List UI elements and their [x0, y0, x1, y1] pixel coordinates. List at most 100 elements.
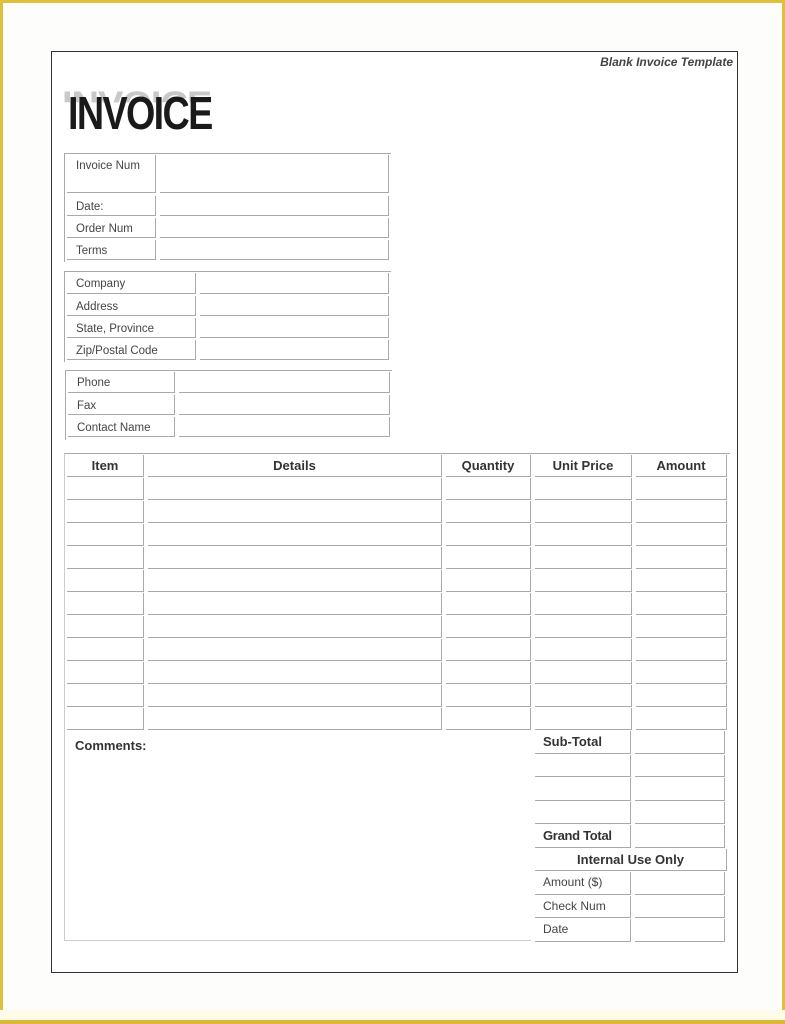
item-cell[interactable] — [67, 662, 144, 684]
item-cell[interactable] — [67, 547, 144, 569]
quantity-cell[interactable] — [446, 593, 531, 615]
amount-cell[interactable] — [636, 524, 727, 546]
order-num-field[interactable] — [160, 218, 389, 238]
details-cell[interactable] — [148, 593, 442, 615]
amount-cell[interactable] — [636, 570, 727, 592]
subtotal-field[interactable] — [635, 731, 725, 754]
phone-label: Phone — [68, 372, 175, 393]
column-header-details: Details — [148, 455, 442, 477]
unit-price-cell[interactable] — [535, 662, 632, 684]
frame-glow — [0, 1010, 785, 1020]
company-row: Company — [65, 272, 391, 295]
totals-blank-field[interactable] — [635, 754, 725, 777]
column-header-unit-price: Unit Price — [535, 455, 632, 477]
quantity-cell[interactable] — [446, 501, 531, 523]
invoice-num-field[interactable] — [160, 155, 389, 193]
item-cell[interactable] — [67, 593, 144, 615]
unit-price-cell[interactable] — [535, 639, 632, 661]
quantity-cell[interactable] — [446, 685, 531, 707]
item-cell[interactable] — [67, 501, 144, 523]
item-cell[interactable] — [67, 524, 144, 546]
unit-price-cell[interactable] — [535, 570, 632, 592]
totals-blank-field[interactable] — [635, 801, 725, 824]
totals-blank-label[interactable] — [535, 801, 631, 824]
terms-field[interactable] — [160, 240, 389, 260]
amount-cell[interactable] — [636, 593, 727, 615]
item-cell[interactable] — [67, 708, 144, 730]
totals-blank-row — [533, 754, 729, 777]
table-row — [65, 661, 730, 684]
comments-label: Comments: — [75, 738, 147, 753]
totals-blank-field[interactable] — [635, 778, 725, 801]
amount-cell[interactable] — [636, 708, 727, 730]
item-cell[interactable] — [67, 639, 144, 661]
quantity-cell[interactable] — [446, 524, 531, 546]
date-field[interactable] — [160, 196, 389, 216]
amount-cell[interactable] — [636, 639, 727, 661]
contact-name-label: Contact Name — [68, 417, 175, 437]
details-cell[interactable] — [148, 501, 442, 523]
column-header-quantity: Quantity — [446, 455, 531, 477]
amount-cell[interactable] — [636, 685, 727, 707]
fax-field[interactable] — [179, 395, 390, 415]
phone-field[interactable] — [179, 372, 390, 393]
unit-price-cell[interactable] — [535, 593, 632, 615]
item-cell[interactable] — [67, 570, 144, 592]
details-cell[interactable] — [148, 685, 442, 707]
table-row — [65, 615, 730, 638]
zip-field[interactable] — [200, 340, 389, 360]
details-cell[interactable] — [148, 662, 442, 684]
quantity-cell[interactable] — [446, 570, 531, 592]
internal-check-num-field[interactable] — [635, 895, 725, 918]
internal-amount-field[interactable] — [635, 872, 725, 895]
quantity-cell[interactable] — [446, 639, 531, 661]
fax-label: Fax — [68, 395, 175, 415]
totals-blank-label[interactable] — [535, 778, 631, 801]
internal-date-field[interactable] — [635, 919, 725, 942]
table-row — [65, 707, 730, 730]
totals-blank-row — [533, 801, 729, 824]
invoice-heading: INVOICE — [68, 87, 213, 139]
details-cell[interactable] — [148, 639, 442, 661]
amount-cell[interactable] — [636, 616, 727, 638]
column-header-item: Item — [67, 455, 144, 477]
details-cell[interactable] — [148, 524, 442, 546]
quantity-cell[interactable] — [446, 547, 531, 569]
details-cell[interactable] — [148, 547, 442, 569]
contact-name-field[interactable] — [179, 417, 390, 437]
item-cell[interactable] — [67, 616, 144, 638]
amount-cell[interactable] — [636, 662, 727, 684]
details-cell[interactable] — [148, 708, 442, 730]
comments-area[interactable]: Comments: — [64, 730, 531, 941]
amount-cell[interactable] — [636, 501, 727, 523]
unit-price-cell[interactable] — [535, 478, 632, 500]
unit-price-cell[interactable] — [535, 616, 632, 638]
quantity-cell[interactable] — [446, 478, 531, 500]
table-row — [65, 477, 730, 500]
date-row: Date: — [65, 195, 391, 217]
amount-cell[interactable] — [636, 547, 727, 569]
grand-total-field[interactable] — [635, 825, 725, 848]
address-field[interactable] — [200, 296, 389, 316]
invoice-page: Blank Invoice Template INVOICE INVOICE I… — [51, 51, 738, 973]
details-cell[interactable] — [148, 478, 442, 500]
internal-use-heading: Internal Use Only — [535, 848, 727, 871]
unit-price-cell[interactable] — [535, 708, 632, 730]
unit-price-cell[interactable] — [535, 501, 632, 523]
amount-cell[interactable] — [636, 478, 727, 500]
totals-blank-label[interactable] — [535, 754, 631, 777]
quantity-cell[interactable] — [446, 616, 531, 638]
unit-price-cell[interactable] — [535, 685, 632, 707]
item-cell[interactable] — [67, 478, 144, 500]
details-cell[interactable] — [148, 570, 442, 592]
item-cell[interactable] — [67, 685, 144, 707]
quantity-cell[interactable] — [446, 708, 531, 730]
company-field[interactable] — [200, 273, 389, 294]
address-label: Address — [67, 296, 196, 316]
details-cell[interactable] — [148, 616, 442, 638]
unit-price-cell[interactable] — [535, 547, 632, 569]
internal-check-num-row: Check Num — [533, 895, 729, 918]
state-field[interactable] — [200, 318, 389, 338]
quantity-cell[interactable] — [446, 662, 531, 684]
unit-price-cell[interactable] — [535, 524, 632, 546]
